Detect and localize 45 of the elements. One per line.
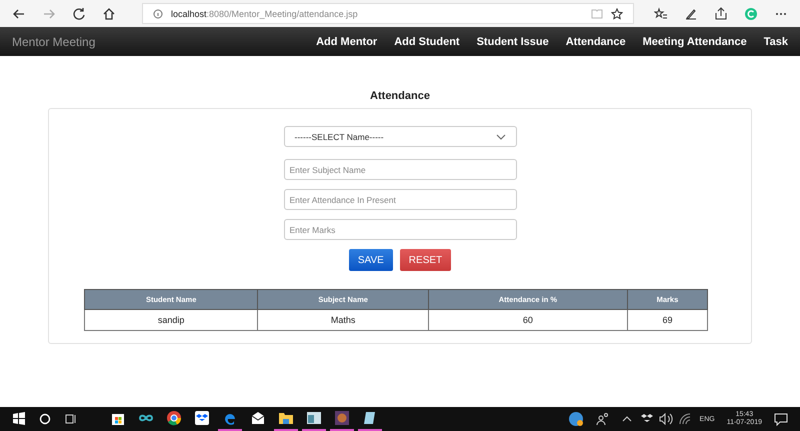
wifi-icon[interactable]: [678, 413, 691, 425]
start-icon[interactable]: [12, 412, 26, 426]
brand-link[interactable]: Mentor Meeting: [12, 34, 96, 48]
url-text: localhost:8080/Mentor_Meeting/attendance.jsp: [171, 8, 358, 18]
reset-button[interactable]: RESET: [400, 249, 452, 271]
table-cell: 60: [428, 310, 628, 330]
app-icon: [334, 410, 350, 426]
table-cell: Maths: [258, 310, 428, 330]
search-icon[interactable]: [38, 412, 52, 426]
caret-icon[interactable]: [622, 415, 632, 423]
folder-icon: [278, 410, 294, 426]
notification-icon[interactable]: [774, 412, 788, 426]
nav-link[interactable]: Add Student: [394, 36, 460, 48]
people-icon[interactable]: [596, 412, 610, 426]
input-field[interactable]: Enter Marks: [284, 219, 516, 240]
home-icon[interactable]: [102, 6, 116, 20]
favorites-icon[interactable]: [654, 6, 668, 20]
nav-link[interactable]: Task: [764, 36, 788, 48]
table-cell: sandip: [84, 310, 258, 330]
back-icon[interactable]: [12, 6, 26, 20]
input-field[interactable]: Enter Subject Name: [284, 159, 516, 180]
save-button[interactable]: SAVE: [348, 249, 393, 271]
refresh-icon[interactable]: [72, 6, 86, 20]
notes-icon: [362, 410, 378, 426]
address-bar[interactable]: localhost:8080/Mentor_Meeting/attendance.jsp: [142, 3, 634, 24]
volume-icon[interactable]: [658, 413, 673, 425]
task-view-icon[interactable]: [64, 412, 78, 426]
box-icon: [194, 410, 210, 426]
window-icon: [306, 410, 322, 426]
chevron-icon: [496, 134, 506, 140]
pen-icon[interactable]: [684, 6, 698, 20]
box-icon[interactable]: [640, 413, 653, 425]
share-icon[interactable]: [714, 6, 728, 20]
page-title: Attendance: [369, 90, 431, 102]
nav-link[interactable]: Attendance: [566, 36, 626, 48]
input-field[interactable]: Enter Attendance In Present: [284, 189, 516, 210]
nav-link[interactable]: Add Mentor: [316, 36, 378, 48]
info-icon: [153, 8, 163, 18]
nav-link[interactable]: Student Issue: [476, 36, 549, 48]
nav-link[interactable]: Meeting Attendance: [642, 36, 747, 48]
browser-icon: [166, 410, 182, 426]
name-select[interactable]: ------SELECT Name-----: [284, 126, 516, 147]
star-icon[interactable]: [611, 8, 623, 20]
mail-icon: [250, 410, 266, 426]
table-cell: 69: [627, 310, 708, 330]
